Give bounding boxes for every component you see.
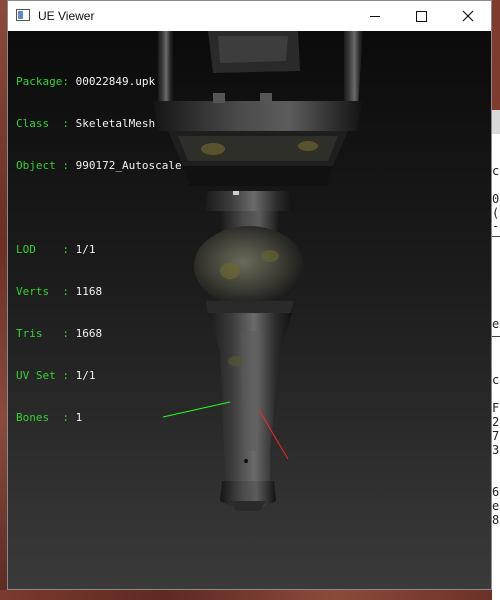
info-label: Object : — [16, 159, 69, 172]
background-app-text: ( — [492, 206, 500, 220]
info-label: Bones : — [16, 411, 69, 424]
close-button[interactable] — [445, 1, 491, 31]
handle-shaft-mesh — [208, 313, 292, 511]
info-row-uvset: UV Set : 1/1 — [16, 369, 182, 383]
handle-neck-mesh — [205, 191, 294, 231]
info-row-bones: Bones : 1 — [16, 411, 182, 425]
info-label: Verts : — [16, 285, 69, 298]
background-app-window[interactable]: c 0 ( - e c F 2 7 3 6 e 8 — [492, 0, 500, 600]
ue-viewer-window[interactable]: UE Viewer Package: 00022849.upk Class: … — [7, 0, 492, 590]
maximize-button[interactable] — [398, 1, 444, 31]
background-app-text: e — [492, 499, 500, 513]
background-app-text: 7 — [492, 429, 500, 443]
desktop-background-left — [0, 0, 7, 600]
info-row-object: Object : 990172_Autoscale — [16, 159, 182, 173]
info-value: 1/1 — [75, 243, 96, 256]
info-row-class: Class : SkeletalMesh — [16, 117, 182, 131]
info-label: Package: — [16, 75, 69, 88]
background-app-text: 3 — [492, 443, 500, 457]
info-row-package: Package: 00022849.upk — [16, 75, 182, 89]
info-value: 00022849.upk — [75, 75, 156, 88]
info-value: 1 — [75, 411, 83, 424]
info-value: 1168 — [75, 285, 103, 298]
info-value: SkeletalMesh — [75, 117, 156, 130]
mesh-info-overlay: Package: 00022849.upk Class : SkeletalMe… — [16, 47, 182, 453]
desktop-background-bottom — [0, 590, 500, 600]
background-app-text: - — [492, 219, 500, 233]
maximize-icon — [415, 10, 427, 22]
info-row-verts: Verts : 1168 — [16, 285, 182, 299]
info-label: Class : — [16, 117, 69, 130]
background-app-toolbar — [492, 110, 500, 134]
info-value: 1/1 — [75, 369, 96, 382]
background-app-text: 6 — [492, 485, 500, 499]
lantern-top-mesh — [153, 31, 363, 186]
background-app-divider — [492, 336, 500, 337]
window-title: UE Viewer — [38, 9, 95, 23]
info-value: 990172_Autoscale — [75, 159, 182, 172]
info-row-tris: Tris : 1668 — [16, 327, 182, 341]
background-app-text: F — [492, 401, 500, 415]
3d-viewport[interactable]: Package: 00022849.upk Class : SkeletalMe… — [8, 31, 491, 589]
background-app-text: e — [492, 317, 500, 331]
close-icon — [462, 10, 474, 22]
info-value: 1668 — [75, 327, 103, 340]
background-app-desktop-area — [492, 0, 500, 110]
background-app-text: 0 — [492, 192, 500, 206]
minimize-button[interactable] — [352, 1, 398, 31]
background-app-text: c — [492, 373, 500, 387]
background-app-text: 2 — [492, 415, 500, 429]
info-label: Tris : — [16, 327, 69, 340]
info-label: LOD : — [16, 243, 69, 256]
handle-knob-mesh — [194, 226, 304, 313]
app-window-icon[interactable] — [16, 9, 30, 21]
info-row-lod: LOD : 1/1 — [16, 243, 182, 257]
background-app-divider — [492, 236, 500, 237]
background-app-text: c — [492, 164, 500, 178]
info-label: UV Set : — [16, 369, 69, 382]
minimize-icon — [370, 15, 380, 17]
title-bar[interactable]: UE Viewer — [8, 1, 491, 31]
background-app-text: 8 — [492, 513, 500, 527]
